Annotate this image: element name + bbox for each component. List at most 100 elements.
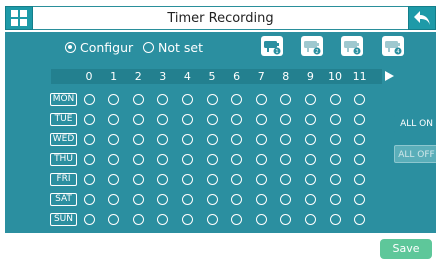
time-slot-toggle[interactable] [83,134,95,145]
time-slot-toggle[interactable] [329,174,341,185]
time-slot-toggle[interactable] [181,134,193,145]
time-slot-toggle[interactable] [206,134,218,145]
day-label[interactable]: MON [50,93,77,106]
radio-not-set[interactable]: Not set [143,40,203,55]
time-slot-toggle[interactable] [181,154,193,165]
time-slot-toggle[interactable] [83,154,95,165]
time-slot-toggle[interactable] [354,194,366,205]
time-slot-toggle[interactable] [108,214,120,225]
time-slot-toggle[interactable] [354,174,366,185]
time-slot-toggle[interactable] [181,214,193,225]
time-slot-toggle[interactable] [354,154,366,165]
time-slot-toggle[interactable] [329,94,341,105]
time-slot-toggle[interactable] [231,194,243,205]
time-slot-toggle[interactable] [132,154,144,165]
time-slot-toggle[interactable] [255,94,267,105]
time-slot-toggle[interactable] [280,94,292,105]
time-slot-toggle[interactable] [304,134,316,145]
time-slot-toggle[interactable] [108,154,120,165]
time-slot-toggle[interactable] [108,174,120,185]
time-slot-toggle[interactable] [304,214,316,225]
day-label[interactable]: THU [50,153,77,166]
time-slot-toggle[interactable] [231,94,243,105]
time-slot-toggle[interactable] [206,174,218,185]
camera-2-button[interactable]: 2 [301,36,323,56]
time-slot-toggle[interactable] [280,214,292,225]
time-slot-toggle[interactable] [83,94,95,105]
time-slot-toggle[interactable] [132,114,144,125]
time-slot-toggle[interactable] [304,154,316,165]
time-slot-toggle[interactable] [280,174,292,185]
time-slot-toggle[interactable] [132,194,144,205]
time-slot-toggle[interactable] [157,194,169,205]
time-slot-toggle[interactable] [206,154,218,165]
day-label[interactable]: TUE [50,113,77,126]
time-slot-toggle[interactable] [83,114,95,125]
time-slot-toggle[interactable] [181,194,193,205]
time-slot-toggle[interactable] [280,134,292,145]
time-slot-toggle[interactable] [329,114,341,125]
day-label[interactable]: SAT [50,193,77,206]
time-slot-toggle[interactable] [132,214,144,225]
time-slot-toggle[interactable] [108,194,120,205]
time-slot-toggle[interactable] [157,134,169,145]
time-slot-toggle[interactable] [83,194,95,205]
all-off-button[interactable]: ALL OFF [394,145,439,163]
time-slot-toggle[interactable] [255,154,267,165]
time-slot-toggle[interactable] [280,154,292,165]
radio-configured[interactable]: Configur [65,40,133,55]
camera-4-button[interactable]: 4 [382,36,404,56]
time-slot-toggle[interactable] [304,174,316,185]
time-slot-toggle[interactable] [206,194,218,205]
time-slot-toggle[interactable] [132,134,144,145]
time-slot-toggle[interactable] [108,134,120,145]
time-slot-toggle[interactable] [157,114,169,125]
day-label[interactable]: FRI [50,173,77,186]
time-slot-toggle[interactable] [206,214,218,225]
time-slot-toggle[interactable] [181,114,193,125]
time-slot-toggle[interactable] [181,94,193,105]
time-slot-toggle[interactable] [354,214,366,225]
time-slot-toggle[interactable] [329,214,341,225]
time-slot-toggle[interactable] [231,114,243,125]
time-slot-toggle[interactable] [329,134,341,145]
time-slot-toggle[interactable] [83,174,95,185]
time-slot-toggle[interactable] [83,214,95,225]
time-slot-toggle[interactable] [157,174,169,185]
time-slot-toggle[interactable] [231,134,243,145]
camera-1-button[interactable]: 1 [261,36,283,56]
time-slot-toggle[interactable] [157,154,169,165]
time-slot-toggle[interactable] [206,94,218,105]
time-slot-toggle[interactable] [255,134,267,145]
time-slot-toggle[interactable] [181,174,193,185]
time-slot-toggle[interactable] [231,154,243,165]
time-slot-toggle[interactable] [280,114,292,125]
time-slot-toggle[interactable] [280,194,292,205]
time-slot-toggle[interactable] [206,114,218,125]
time-slot-toggle[interactable] [231,214,243,225]
time-slot-toggle[interactable] [329,194,341,205]
time-slot-toggle[interactable] [132,94,144,105]
time-slot-toggle[interactable] [304,114,316,125]
day-label[interactable]: WED [50,133,77,146]
save-button[interactable]: Save [380,239,432,259]
play-right-icon[interactable] [385,71,394,81]
menu-button[interactable] [5,6,33,30]
time-slot-toggle[interactable] [329,154,341,165]
time-slot-toggle[interactable] [157,214,169,225]
all-on-button[interactable]: ALL ON [394,115,439,133]
time-slot-toggle[interactable] [255,194,267,205]
time-slot-toggle[interactable] [132,174,144,185]
back-button[interactable] [408,6,436,30]
time-slot-toggle[interactable] [231,174,243,185]
time-slot-toggle[interactable] [354,94,366,105]
time-slot-toggle[interactable] [354,134,366,145]
time-slot-toggle[interactable] [255,174,267,185]
time-slot-toggle[interactable] [304,194,316,205]
time-slot-toggle[interactable] [255,114,267,125]
time-slot-toggle[interactable] [354,114,366,125]
time-slot-toggle[interactable] [304,94,316,105]
camera-3-button[interactable]: 3 [341,36,363,56]
time-slot-toggle[interactable] [157,94,169,105]
time-slot-toggle[interactable] [108,114,120,125]
